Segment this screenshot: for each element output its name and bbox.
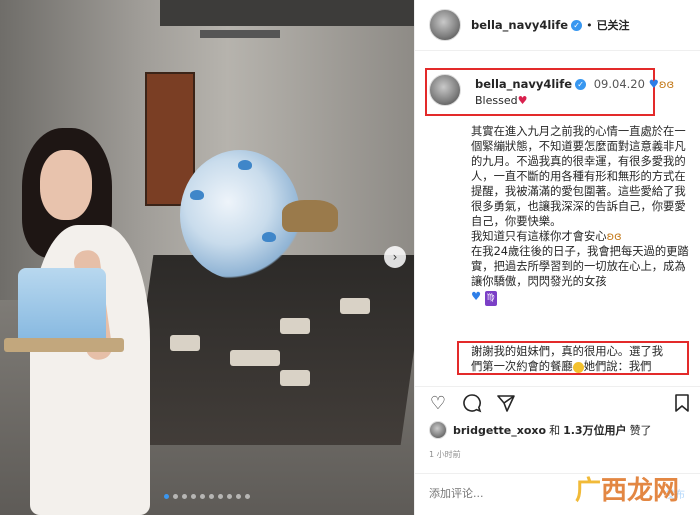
- caption-head-highlight: bella_navy4life ✓ 09.04.20 ♥ʚɞ Blessed♥: [425, 68, 674, 116]
- liker-avatar[interactable]: [429, 421, 447, 439]
- carousel-dots: [0, 494, 414, 499]
- caption-body: 其實在進入九月之前我的心情一直處於在一個緊繃狀態，不知道要怎麼面對這意義非凡的九…: [471, 124, 693, 306]
- photo-plate: [280, 318, 310, 334]
- verified-check-icon: ✓: [575, 79, 587, 90]
- photo-person-face: [40, 150, 92, 220]
- liker-username[interactable]: bridgette_xoxo: [453, 424, 546, 437]
- caption-bottom-line2: 們第一次約會的餐廳 她們說：我們: [471, 359, 687, 374]
- like-heart-icon[interactable]: ♡: [427, 393, 449, 415]
- likes-count[interactable]: 1.3万: [563, 422, 594, 438]
- photo-beam-detail: [200, 30, 280, 38]
- photo-plate: [340, 298, 370, 314]
- share-icon[interactable]: [495, 393, 517, 415]
- post-sidebar: bella_navy4life ✓ • 已关注 bella_navy4life ✓…: [414, 0, 700, 515]
- butterfly-decor: [190, 190, 204, 200]
- photo-plate: [170, 335, 200, 351]
- caption-blessed-text: Blessed: [475, 94, 518, 107]
- carousel-dot: [218, 494, 223, 499]
- blue-heart-icon: ♥: [648, 77, 659, 91]
- caption-emoji-line: ♥ ♍: [471, 289, 693, 306]
- post-action-bar: ♡: [415, 386, 700, 417]
- photo-cake-board: [4, 338, 124, 352]
- caption-date: 09.04.20: [593, 77, 645, 91]
- likes-suffix: 赞了: [629, 424, 652, 437]
- caption-bottom-text-a: 們第一次約會的餐廳: [471, 360, 573, 373]
- butterfly-decor: [262, 232, 276, 242]
- chevron-right-icon: ›: [392, 250, 398, 264]
- carousel-dot: [182, 494, 187, 499]
- photo-ceiling-beam: [160, 0, 414, 26]
- author-avatar[interactable]: [429, 9, 461, 41]
- caption-bottom-line1: 謝謝我的姐妹們，真的很用心。選了我: [471, 345, 664, 358]
- likes-others[interactable]: 位用户: [594, 422, 627, 438]
- carousel-next-button[interactable]: ›: [384, 246, 406, 268]
- header-separator: •: [586, 18, 593, 32]
- photo-basket: [282, 200, 338, 232]
- blue-heart-icon: ♥: [471, 290, 482, 303]
- photo-plate: [280, 370, 310, 386]
- caption-author-username[interactable]: bella_navy4life: [475, 77, 572, 91]
- carousel-dot: [191, 494, 196, 499]
- likes-and: 和: [549, 424, 561, 437]
- photo-cake: [18, 268, 106, 342]
- author-username[interactable]: bella_navy4life: [471, 18, 568, 32]
- verified-check-icon: ✓: [571, 19, 583, 31]
- butterfly-decor: [238, 160, 252, 170]
- caption-paragraph: 其實在進入九月之前我的心情一直處於在一個緊繃狀態，不知道要怎麼面對這意義非凡的九…: [471, 125, 686, 228]
- butterfly-icon: ʚɞ: [658, 77, 675, 91]
- carousel-dot: [164, 494, 169, 499]
- likes-summary: bridgette_xoxo 和 1.3万 位用户 赞了: [429, 421, 655, 439]
- follow-status-button[interactable]: 已关注: [597, 17, 630, 33]
- caption-head-line: bella_navy4life ✓ 09.04.20 ♥ʚɞ: [475, 77, 674, 91]
- post-header: bella_navy4life ✓ • 已关注: [415, 0, 700, 51]
- virgo-sign-icon: ♍: [484, 291, 497, 306]
- caption-paragraph: 在我24歲往後的日子，我會把每天過的更踏實，把過去所學習到的一切放在心上，成為讓…: [471, 245, 689, 288]
- smile-emoji-icon: [572, 361, 584, 373]
- comment-icon[interactable]: [461, 393, 483, 415]
- carousel-dot: [209, 494, 214, 499]
- bookmark-icon[interactable]: [671, 393, 693, 415]
- carousel-dot: [200, 494, 205, 499]
- instagram-post-view: › bella_navy4life ✓ • 已关注 bella_navy4lif…: [0, 0, 700, 515]
- butterfly-icon: ʚɞ: [606, 230, 622, 243]
- photo-plate: [230, 350, 280, 366]
- caption-bottom-highlight: 謝謝我的姐妹們，真的很用心。選了我 們第一次約會的餐廳 她們說：我們: [457, 341, 689, 375]
- comment-input[interactable]: [427, 486, 591, 501]
- carousel-dot: [227, 494, 232, 499]
- carousel-dot: [245, 494, 250, 499]
- post-photo[interactable]: ›: [0, 0, 414, 515]
- caption-blessed-line: Blessed♥: [475, 94, 527, 107]
- red-heart-icon: ♥: [517, 94, 528, 107]
- caption-bottom-text-b: 她們說：我們: [583, 360, 652, 373]
- watermark-logo: 广: [575, 476, 602, 506]
- caption-paragraph-text: 我知道只有這樣你才會安心: [471, 230, 607, 243]
- site-watermark: 广西龙网: [575, 470, 679, 507]
- carousel-dot: [173, 494, 178, 499]
- caption-paragraph-2: 我知道只有這樣你才會安心ʚɞ: [471, 229, 693, 244]
- carousel-dot: [236, 494, 241, 499]
- post-timestamp[interactable]: 1 小时前: [429, 449, 461, 460]
- watermark-text: 西龙网: [601, 476, 680, 506]
- caption-author-avatar[interactable]: [429, 74, 461, 106]
